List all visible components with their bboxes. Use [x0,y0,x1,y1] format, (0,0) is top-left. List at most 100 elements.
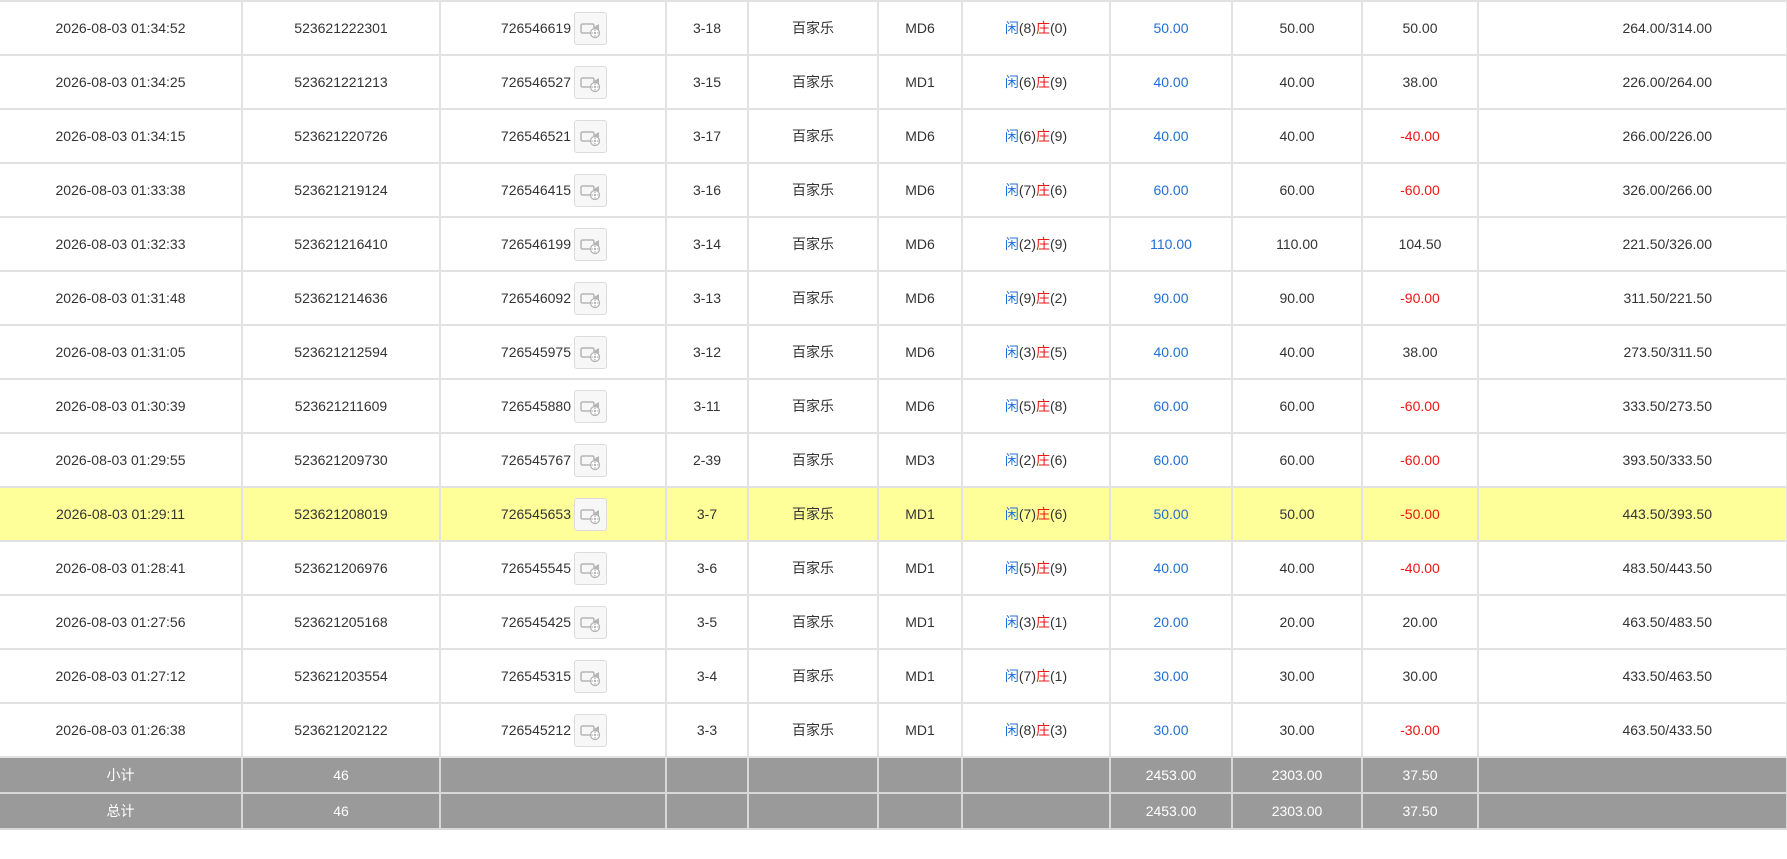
table-row: 2026-08-03 01:30:39 523621211609 726545880… [0,378,1787,434]
video-replay-button[interactable] [574,659,607,693]
round-number: 3-17 [665,108,749,164]
bet-id: 523621222301 [241,0,441,56]
video-replay-button[interactable] [574,443,607,477]
table-name: MD6 [877,270,963,326]
table-row: 2026-08-03 01:27:56 523621205168 726545425… [0,594,1787,650]
player-score: (8) [1018,20,1036,36]
subtotal-row: 小计 46 2453.00 2303.00 37.50 [0,756,1787,794]
game-result: 闲(9)庄(2) [961,270,1111,326]
game-table-id-cell: 726546619 [439,0,667,56]
player-label: 闲 [1004,290,1019,306]
bet-records-table-container: 2026-08-03 01:34:52 523621222301 726546619… [0,0,1787,830]
video-replay-button[interactable] [574,65,607,99]
video-replay-button[interactable] [574,497,607,531]
game-table-id: 726545315 [500,668,571,684]
table-name: MD6 [877,162,963,218]
video-replay-button[interactable] [574,227,607,261]
player-score: (5) [1018,398,1036,414]
balance-change: 311.50/221.50 [1477,270,1787,326]
game-table-id-cell: 726545425 [439,594,667,650]
bet-id: 523621209730 [241,432,441,488]
game-result: 闲(7)庄(6) [961,162,1111,218]
bet-amount: 60.00 [1109,432,1233,488]
banker-score: (9) [1050,236,1068,252]
banker-score: (6) [1050,452,1068,468]
banker-score: (3) [1050,722,1068,738]
game-table-id: 726545545 [500,560,571,576]
valid-bet-amount: 60.00 [1231,432,1363,488]
bet-id: 523621214636 [241,270,441,326]
player-score: (2) [1018,452,1036,468]
player-score: (9) [1018,290,1036,306]
subtotal-valid-bet: 2303.00 [1231,756,1363,794]
video-replay-button[interactable] [574,551,607,585]
game-result: 闲(7)庄(1) [961,648,1111,704]
bet-time: 2026-08-03 01:29:55 [0,432,243,488]
banker-label: 庄 [1036,236,1050,252]
video-replay-button[interactable] [574,11,607,45]
win-loss-amount: 50.00 [1361,0,1479,56]
table-row: 2026-08-03 01:32:33 523621216410 726546199… [0,216,1787,272]
round-number: 3-14 [665,216,749,272]
banker-score: (8) [1050,398,1068,414]
bet-amount: 50.00 [1109,0,1233,56]
video-replay-button[interactable] [574,173,607,207]
total-count: 46 [241,792,441,830]
valid-bet-amount: 90.00 [1231,270,1363,326]
video-replay-button[interactable] [574,335,607,369]
video-replay-button[interactable] [574,389,607,423]
bet-id: 523621208019 [241,486,441,542]
win-loss-amount: -40.00 [1361,108,1479,164]
bet-time: 2026-08-03 01:30:39 [0,378,243,434]
bet-amount: 40.00 [1109,540,1233,596]
video-replay-button[interactable] [574,281,607,315]
bet-id: 523621219124 [241,162,441,218]
game-type: 百家乐 [747,432,879,488]
player-label: 闲 [1004,20,1019,36]
balance-change: 266.00/226.00 [1477,108,1787,164]
player-score: (8) [1018,722,1036,738]
player-score: (7) [1018,506,1036,522]
bet-time: 2026-08-03 01:31:48 [0,270,243,326]
win-loss-amount: -30.00 [1361,702,1479,758]
win-loss-amount: 38.00 [1361,324,1479,380]
total-valid-bet: 2303.00 [1231,792,1363,830]
bet-time: 2026-08-03 01:27:56 [0,594,243,650]
round-number: 3-4 [665,648,749,704]
valid-bet-amount: 20.00 [1231,594,1363,650]
banker-label: 庄 [1036,722,1050,738]
total-empty-cell [961,792,1111,830]
game-table-id: 726545975 [500,344,571,360]
game-table-id-cell: 726545975 [439,324,667,380]
subtotal-bet: 2453.00 [1109,756,1233,794]
banker-score: (0) [1050,20,1068,36]
table-name: MD1 [877,594,963,650]
win-loss-amount: -40.00 [1361,540,1479,596]
game-type: 百家乐 [747,378,879,434]
table-row: 2026-08-03 01:27:12 523621203554 726545315… [0,648,1787,704]
banker-score: (1) [1050,614,1068,630]
total-label: 总计 [0,792,243,830]
video-replay-button[interactable] [574,119,607,153]
game-table-id-cell: 726545315 [439,648,667,704]
table-row: 2026-08-03 01:34:52 523621222301 726546619… [0,0,1787,56]
game-result: 闲(8)庄(3) [961,702,1111,758]
player-label: 闲 [1004,182,1019,198]
game-result: 闲(2)庄(9) [961,216,1111,272]
total-empty-cell [877,792,963,830]
round-number: 3-18 [665,0,749,56]
bet-amount: 90.00 [1109,270,1233,326]
subtotal-empty-cell [1477,756,1787,794]
bet-id: 523621221213 [241,54,441,110]
bet-amount: 60.00 [1109,378,1233,434]
subtotal-empty-cell [747,756,879,794]
bet-amount: 40.00 [1109,54,1233,110]
video-replay-button[interactable] [574,605,607,639]
valid-bet-amount: 50.00 [1231,486,1363,542]
game-type: 百家乐 [747,108,879,164]
table-row: 2026-08-03 01:29:55 523621209730 726545767… [0,432,1787,488]
game-table-id: 726546527 [500,74,571,90]
video-replay-button[interactable] [574,713,607,747]
game-result: 闲(6)庄(9) [961,108,1111,164]
game-table-id: 726545767 [500,452,571,468]
